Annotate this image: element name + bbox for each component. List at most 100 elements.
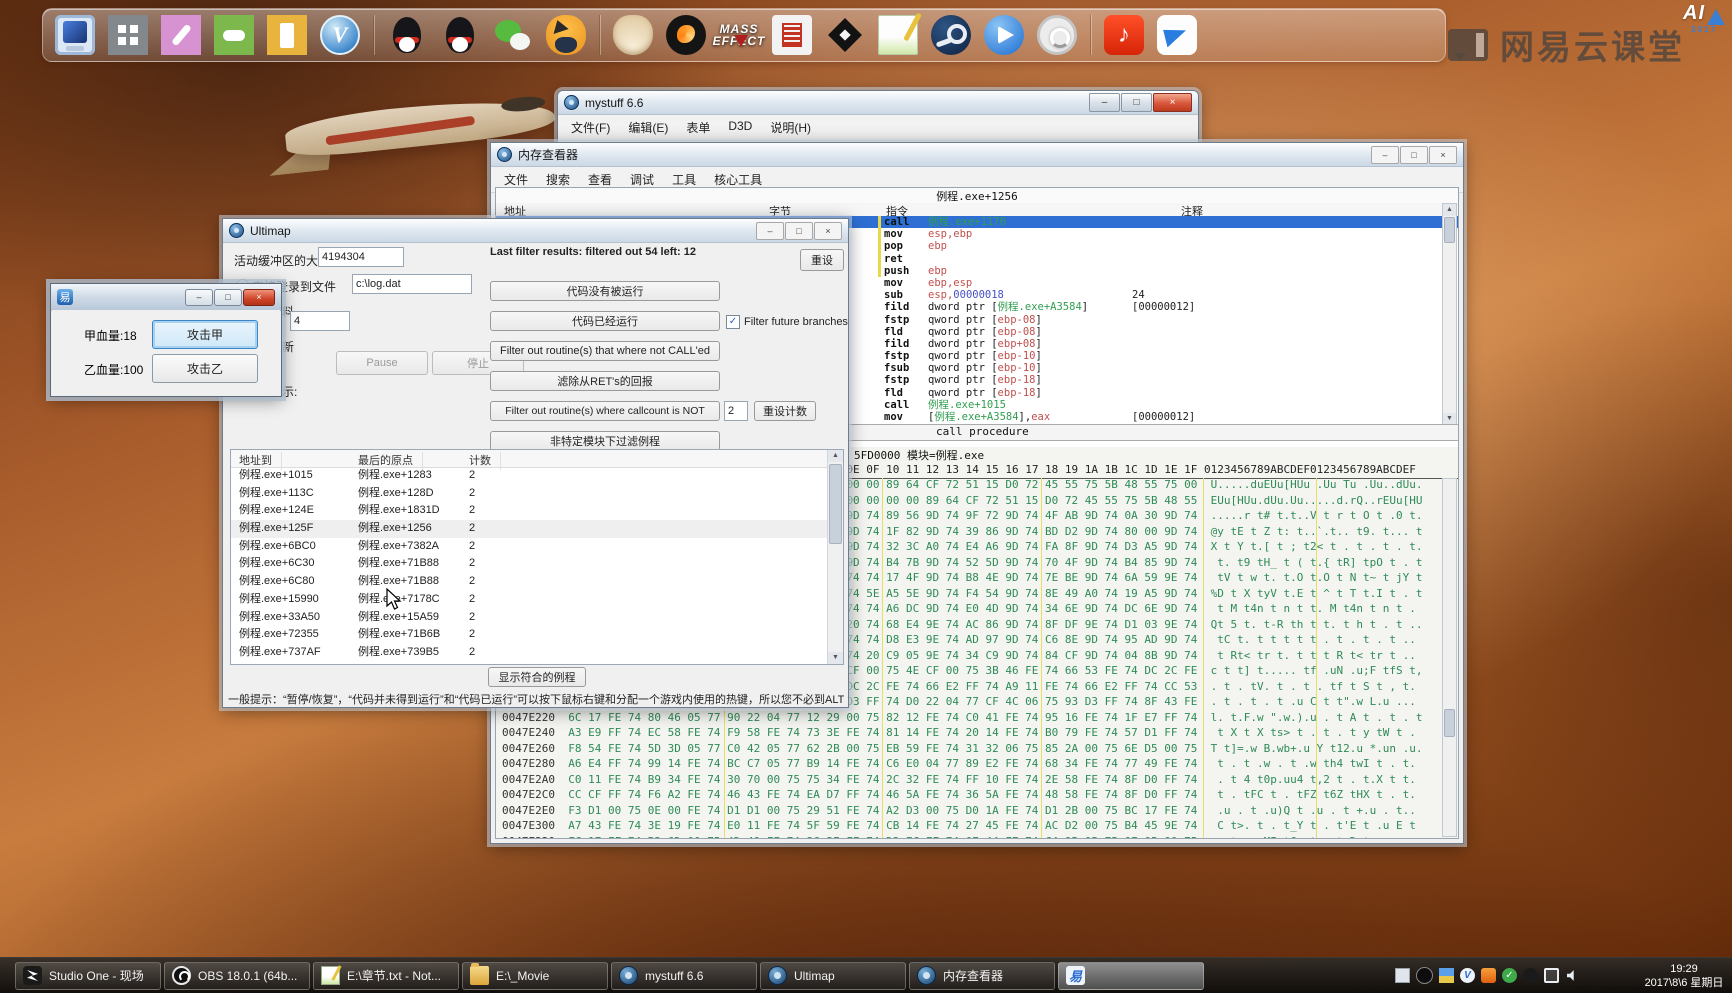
tr-orange-icon[interactable] [1481, 968, 1496, 983]
taskbar-item-7[interactable]: 易 [1058, 962, 1204, 990]
reset-button[interactable]: 重设 [800, 249, 844, 271]
maximize-button[interactable]: □ [1400, 146, 1428, 164]
list-item[interactable]: 例程.exe+72355例程.exe+71B6B2 [231, 626, 827, 644]
dock-item-notepad[interactable] [878, 15, 918, 55]
tr-vol-icon[interactable] [1565, 968, 1580, 983]
tr-keyboard-icon[interactable] [1395, 968, 1410, 983]
menu-item-2[interactable]: 表单 [677, 117, 719, 138]
fragment-input[interactable] [290, 311, 350, 331]
dock-item-thunder[interactable] [1157, 15, 1197, 55]
log-file-input[interactable] [352, 274, 472, 294]
maximize-button[interactable]: □ [785, 222, 813, 240]
taskbar-item-0[interactable]: Studio One - 现场 [15, 962, 161, 990]
attack-a-button[interactable]: 攻击甲 [152, 320, 258, 349]
tr-flag-icon[interactable] [1439, 968, 1454, 983]
reset-count-button[interactable]: 重设计数 [754, 401, 816, 421]
pause-button[interactable]: Pause [336, 351, 428, 375]
scroll-up-icon[interactable]: ▲ [1443, 204, 1456, 216]
dock-item-vbadge[interactable] [320, 15, 360, 55]
ultimap-titlebar[interactable]: Ultimap – □ × [223, 219, 848, 243]
dock-item-fol[interactable] [267, 15, 307, 55]
tr-dish-icon[interactable] [1523, 968, 1538, 983]
maximize-button[interactable]: □ [1121, 93, 1152, 112]
list-item[interactable]: 例程.exe+15990例程.exe+7178C2 [231, 591, 827, 609]
hex-row[interactable]: 0047E2C0 CC CF FF 74 F6 A2 FE 74 46 43 F… [496, 788, 1458, 804]
dock-item-qq[interactable] [387, 15, 427, 55]
filter-callcount-button[interactable]: Filter out routine(s) where callcount is… [490, 401, 720, 421]
list-item[interactable]: 例程.exe+6C80例程.exe+71B882 [231, 573, 827, 591]
list-item[interactable]: 例程.exe+1015例程.exe+12832 [231, 467, 827, 485]
hex-row[interactable]: 0047E2E0 F3 D1 00 75 0E 00 FE 74 D1 D1 0… [496, 804, 1458, 820]
close-button[interactable]: × [243, 289, 275, 306]
dock-item-steam[interactable] [931, 15, 971, 55]
dock-item-fl[interactable] [666, 15, 706, 55]
tr-shield-icon[interactable]: ✓ [1502, 968, 1517, 983]
header-last-origin[interactable]: 最后的原点 [358, 452, 413, 468]
dock-item-fol[interactable] [108, 15, 148, 55]
dock-item-me[interactable]: MASS EFFECT [719, 15, 759, 55]
filter-not-executed-button[interactable]: 代码没有被运行 [490, 281, 720, 301]
minimize-button[interactable]: – [1089, 93, 1120, 112]
menu-item-0[interactable]: 文件(F) [562, 117, 619, 138]
dock-item-seal[interactable] [772, 15, 812, 55]
list-scrollbar[interactable]: ▲ ▼ [827, 450, 843, 664]
disasm-scrollbar[interactable]: ▲ ▼ [1442, 203, 1457, 426]
hp-dialog-titlebar[interactable]: 易 – □ × [51, 284, 281, 311]
hex-row[interactable]: 0047E220 6C 17 FE 74 80 46 05 77 90 22 0… [496, 711, 1458, 727]
hex-row[interactable]: 0047E280 A6 E4 FF 74 99 14 FE 74 BC C7 0… [496, 757, 1458, 773]
attack-b-button[interactable]: 攻击乙 [152, 354, 258, 383]
hex-row[interactable]: 0047E240 A3 E9 FF 74 EC 58 FE 74 F9 58 F… [496, 726, 1458, 742]
close-button[interactable]: × [814, 222, 842, 240]
show-matching-routines-button[interactable]: 显示符合的例程 [488, 667, 586, 687]
list-item[interactable]: 例程.exe+6C30例程.exe+71B882 [231, 555, 827, 573]
callcount-input[interactable] [724, 401, 748, 421]
filter-rets-button[interactable]: 滤除从RET's的回报 [490, 371, 720, 391]
buffer-size-input[interactable] [318, 247, 404, 267]
dock-item-fol[interactable] [214, 15, 254, 55]
hex-row[interactable]: 0047E300 A7 43 FE 74 3E 19 FE 74 E0 11 F… [496, 819, 1458, 835]
module-filter-button[interactable]: 非特定模块下过滤例程 [490, 431, 720, 451]
taskbar-item-2[interactable]: E:\章节.txt - Not... [313, 962, 459, 990]
tr-net-icon[interactable] [1544, 968, 1559, 983]
dock-item-unity[interactable] [825, 15, 865, 55]
minimize-button[interactable]: – [185, 289, 213, 306]
mystuff-titlebar[interactable]: mystuff 6.6 – □ × [558, 91, 1198, 115]
tr-v-icon[interactable]: V [1460, 968, 1475, 983]
header-address-to[interactable]: 地址到 [239, 452, 272, 468]
taskbar-clock[interactable]: 19:29 2017\8\6 星期日 [1640, 958, 1728, 993]
dock-item-fol[interactable] [161, 15, 201, 55]
taskbar-item-6[interactable]: 内存查看器 [909, 962, 1055, 990]
list-item[interactable]: 例程.exe+6BC0例程.exe+7382A2 [231, 538, 827, 556]
taskbar-item-4[interactable]: mystuff 6.6 [611, 962, 757, 990]
list-item[interactable]: 例程.exe+737AF例程.exe+739B52 [231, 644, 827, 662]
dock-item-ow[interactable] [1037, 15, 1077, 55]
dock-item-shell[interactable] [613, 15, 653, 55]
taskbar-item-3[interactable]: E:\_Movie [462, 962, 608, 990]
menu-item-3[interactable]: D3D [719, 117, 761, 138]
hex-row[interactable]: 0047E320 FC 17 FF 74 B3 6D 00 75 4D 49 F… [496, 835, 1458, 839]
close-button[interactable]: × [1429, 146, 1457, 164]
maximize-button[interactable]: □ [214, 289, 242, 306]
dock-item-wechat[interactable] [493, 15, 533, 55]
minimize-button[interactable]: – [756, 222, 784, 240]
list-item[interactable]: 例程.exe+113C例程.exe+128D2 [231, 485, 827, 503]
menu-item-4[interactable]: 说明(H) [761, 117, 820, 138]
minimize-button[interactable]: – [1371, 146, 1399, 164]
filter-future-branches-checkbox[interactable]: ✓Filter future branches [726, 315, 848, 329]
taskbar-item-5[interactable]: Ultimap [760, 962, 906, 990]
list-item[interactable]: 例程.exe+124E例程.exe+1831D2 [231, 502, 827, 520]
taskbar-item-1[interactable]: OBS 18.0.1 (64b... [164, 962, 310, 990]
scroll-up-icon[interactable]: ▲ [828, 450, 843, 462]
list-item[interactable]: 例程.exe+33A50例程.exe+15A592 [231, 609, 827, 627]
filter-executed-button[interactable]: 代码已经运行 [490, 311, 720, 331]
header-count[interactable]: 计数 [469, 452, 491, 468]
dock-item-cat[interactable] [546, 15, 586, 55]
close-button[interactable]: × [1153, 93, 1192, 112]
dock-item-qq[interactable] [440, 15, 480, 55]
tr-obsdark-icon[interactable] [1416, 967, 1433, 984]
hex-scrollbar[interactable] [1442, 478, 1457, 837]
filter-not-called-button[interactable]: Filter out routine(s) that where not CAL… [490, 341, 720, 361]
memviewer-titlebar[interactable]: 内存查看器 – □ × [491, 143, 1463, 167]
dock-item-qqbrowser[interactable] [984, 15, 1024, 55]
dock-item-music[interactable] [1104, 15, 1144, 55]
